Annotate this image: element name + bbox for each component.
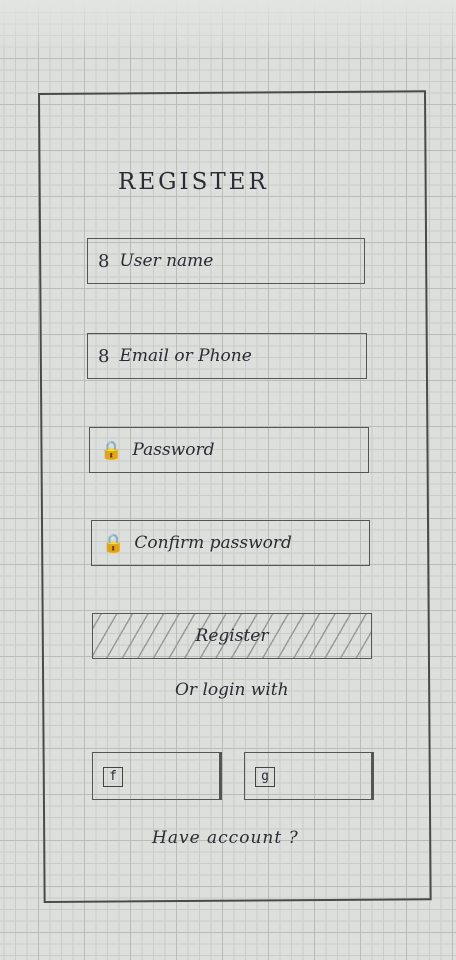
register-button-label: Register xyxy=(195,626,269,646)
email-field[interactable]: 8 Email or Phone xyxy=(87,333,367,379)
register-button[interactable]: Register xyxy=(92,613,372,659)
lock-icon: 🔒 xyxy=(100,439,123,461)
username-placeholder: User name xyxy=(119,251,214,271)
paper-top-shadow xyxy=(0,0,456,48)
page-title: REGISTER xyxy=(118,169,269,195)
user-icon: 8 xyxy=(98,345,110,367)
have-account-link[interactable]: Have account ? xyxy=(152,828,299,848)
facebook-login-button[interactable]: f xyxy=(92,752,222,800)
confirm-password-field[interactable]: 🔒 Confirm password xyxy=(91,520,370,566)
google-login-button[interactable]: g xyxy=(244,752,374,800)
facebook-icon: f xyxy=(103,767,123,787)
password-field[interactable]: 🔒 Password xyxy=(89,427,369,473)
email-placeholder: Email or Phone xyxy=(119,346,252,366)
or-login-with-text: Or login with xyxy=(175,680,289,700)
password-placeholder: Password xyxy=(132,440,215,460)
google-icon: g xyxy=(255,767,275,787)
username-field[interactable]: 8 User name xyxy=(87,238,365,284)
user-icon: 8 xyxy=(98,250,110,272)
confirm-password-placeholder: Confirm password xyxy=(134,533,292,553)
lock-icon: 🔒 xyxy=(102,532,125,554)
